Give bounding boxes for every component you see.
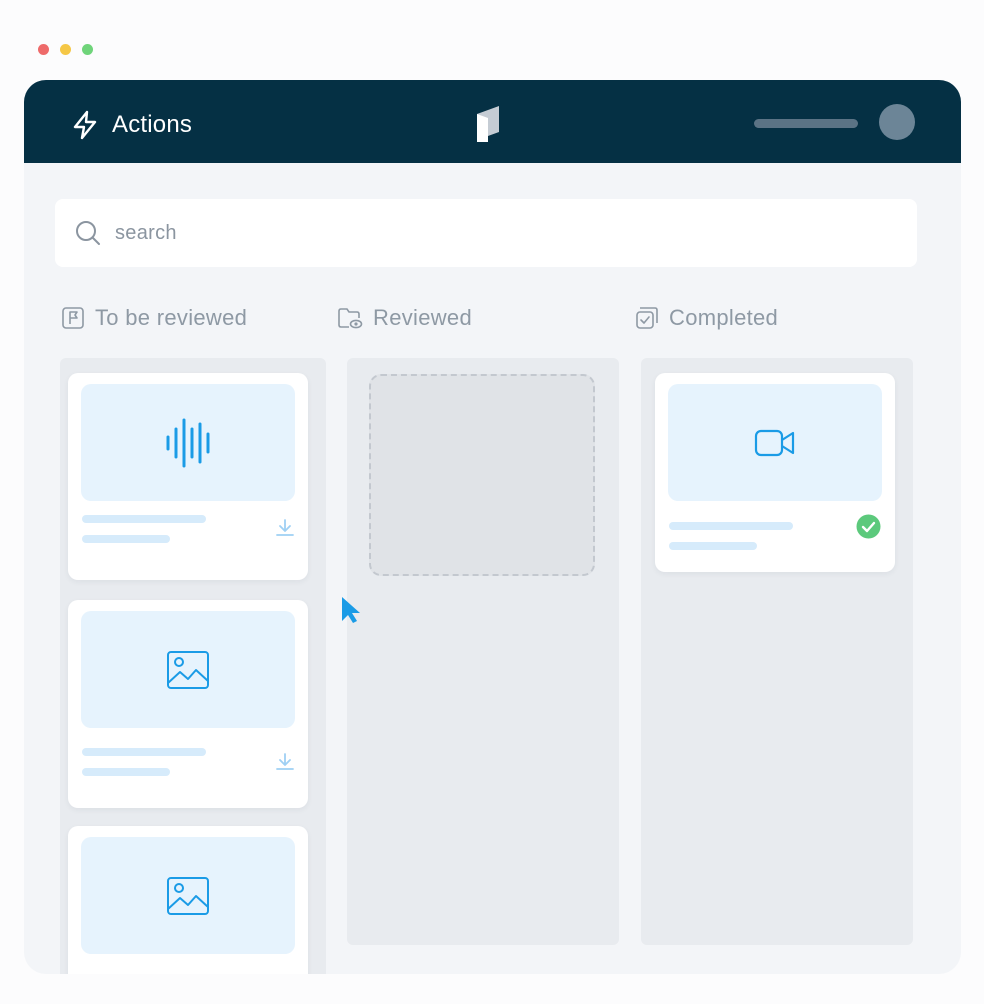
checkbox-icon	[636, 307, 658, 329]
asset-card-video[interactable]	[655, 373, 895, 572]
check-circle-icon	[856, 514, 881, 539]
column-header-to-be-reviewed[interactable]: To be reviewed	[61, 305, 247, 331]
folder-eye-icon	[338, 308, 363, 329]
drop-zone-placeholder[interactable]	[369, 374, 595, 576]
header-placeholder-bar	[754, 119, 858, 128]
lightning-bolt-icon	[73, 110, 97, 140]
card-title-placeholder	[82, 515, 206, 523]
search-icon	[76, 221, 100, 245]
window-minimize-button[interactable]	[60, 44, 71, 55]
asset-card-image[interactable]	[68, 826, 308, 974]
column-title: To be reviewed	[95, 305, 248, 330]
search-bar[interactable]: search	[55, 199, 917, 267]
page-title: Actions	[112, 111, 193, 138]
card-subtitle-placeholder	[82, 535, 170, 543]
video-camera-icon	[754, 429, 795, 456]
card-thumbnail	[668, 384, 882, 501]
app-logo[interactable]	[475, 104, 501, 142]
column-title: Reviewed	[373, 305, 473, 330]
card-title-placeholder	[669, 522, 793, 530]
audio-waveform-icon	[166, 418, 210, 467]
card-title-placeholder	[82, 748, 206, 756]
column-header-reviewed[interactable]: Reviewed	[337, 305, 472, 331]
flag-icon	[62, 307, 84, 329]
mouse-cursor-icon	[342, 597, 360, 623]
column-header-completed[interactable]: Completed	[635, 305, 778, 331]
app-header: Actions	[24, 80, 961, 163]
image-icon	[167, 876, 209, 915]
card-thumbnail	[81, 611, 295, 728]
card-thumbnail	[81, 384, 295, 501]
card-subtitle-placeholder	[669, 542, 757, 550]
search-input[interactable]: search	[115, 222, 177, 245]
download-icon[interactable]	[275, 518, 295, 538]
user-avatar[interactable]	[879, 104, 915, 140]
asset-card-audio[interactable]	[68, 373, 308, 580]
window-close-button[interactable]	[38, 44, 49, 55]
download-icon[interactable]	[275, 752, 295, 772]
card-subtitle-placeholder	[82, 768, 170, 776]
column-title: Completed	[669, 305, 779, 330]
header-title-group: Actions	[72, 110, 192, 140]
asset-card-image[interactable]	[68, 600, 308, 808]
window-controls	[38, 44, 93, 55]
window-maximize-button[interactable]	[82, 44, 93, 55]
app-window: Actions search To be reviewed Reviewed C…	[24, 80, 961, 974]
image-icon	[167, 650, 209, 689]
card-thumbnail	[81, 837, 295, 954]
